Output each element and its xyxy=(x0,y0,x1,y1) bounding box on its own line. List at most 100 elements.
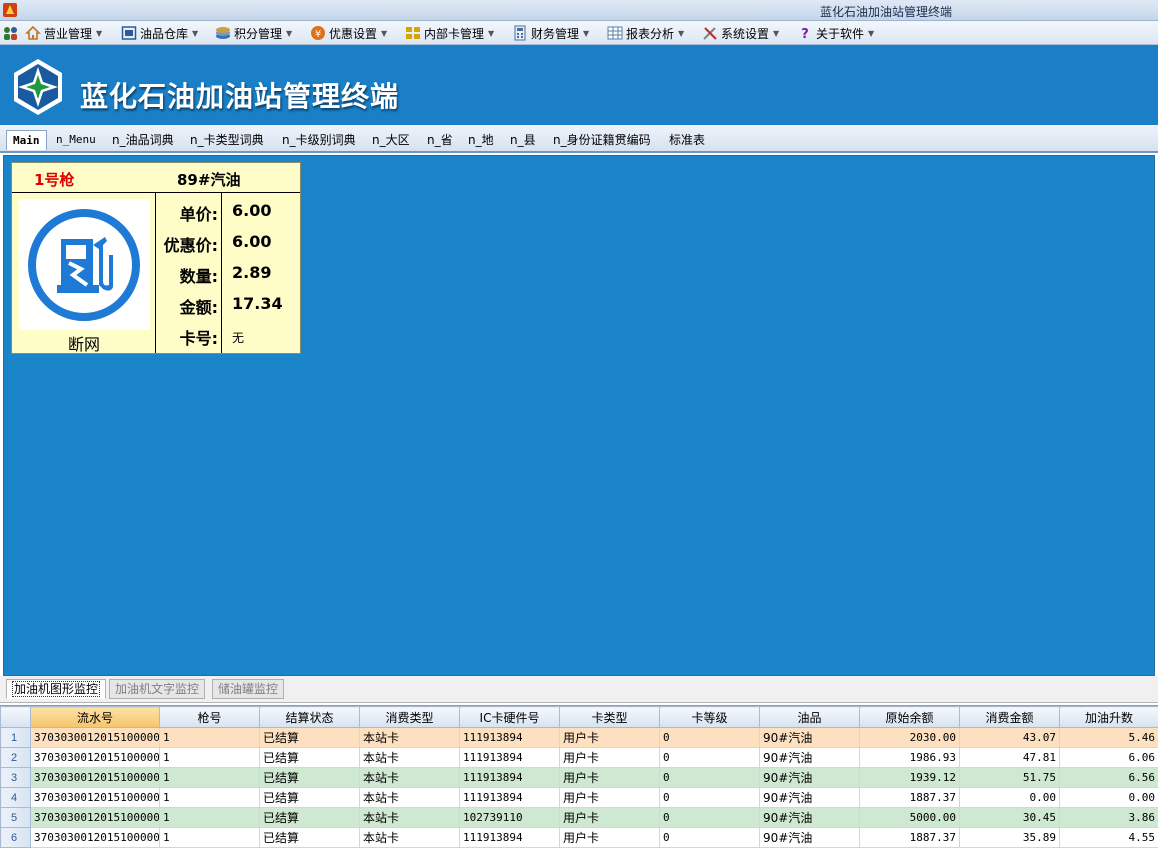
row-number[interactable]: 2 xyxy=(1,748,31,768)
tab-pump-text-monitor[interactable]: 加油机文字监控 xyxy=(109,679,205,699)
column-header[interactable]: 油品 xyxy=(760,707,860,728)
column-header[interactable]: 消费类型 xyxy=(360,707,460,728)
tab-n-menu[interactable]: n_Menu xyxy=(56,130,96,150)
menu-finance[interactable]: 财务管理▼ xyxy=(512,24,589,42)
table-row[interactable]: 1370303001201510000001已结算本站卡111913894用户卡… xyxy=(1,728,1158,748)
table-cell[interactable]: 本站卡 xyxy=(360,788,460,808)
row-number[interactable]: 3 xyxy=(1,768,31,788)
tab-county[interactable]: n_县 xyxy=(510,130,536,150)
table-cell[interactable]: 90#汽油 xyxy=(760,788,860,808)
table-cell[interactable]: 5.46 xyxy=(1060,728,1158,748)
table-cell[interactable]: 90#汽油 xyxy=(760,828,860,848)
table-cell[interactable]: 1986.93 xyxy=(860,748,960,768)
menu-about[interactable]: ? 关于软件▼ xyxy=(797,24,874,42)
column-header[interactable]: 消费金额 xyxy=(960,707,1060,728)
column-header[interactable]: 结算状态 xyxy=(260,707,360,728)
table-cell[interactable]: 0 xyxy=(660,788,760,808)
menu-discount[interactable]: ¥ 优惠设置▼ xyxy=(310,24,387,42)
table-row[interactable]: 4370303001201510000001已结算本站卡111913894用户卡… xyxy=(1,788,1158,808)
table-cell[interactable]: 本站卡 xyxy=(360,768,460,788)
table-cell[interactable]: 37030300120151000000 xyxy=(31,728,160,748)
column-header[interactable]: 卡类型 xyxy=(560,707,660,728)
table-cell[interactable]: 37030300120151000000 xyxy=(31,828,160,848)
table-cell[interactable]: 已结算 xyxy=(260,748,360,768)
table-cell[interactable]: 111913894 xyxy=(460,828,560,848)
table-cell[interactable]: 37030300120151000000 xyxy=(31,808,160,828)
table-cell[interactable]: 4.55 xyxy=(1060,828,1158,848)
table-cell[interactable]: 37030300120151000000 xyxy=(31,748,160,768)
tab-fuel-dictionary[interactable]: n_油品词典 xyxy=(112,130,174,150)
tab-region[interactable]: n_大区 xyxy=(372,130,410,150)
table-cell[interactable]: 0.00 xyxy=(960,788,1060,808)
table-cell[interactable]: 90#汽油 xyxy=(760,728,860,748)
table-cell[interactable]: 43.07 xyxy=(960,728,1060,748)
table-cell[interactable]: 90#汽油 xyxy=(760,768,860,788)
table-cell[interactable]: 102739110 xyxy=(460,808,560,828)
table-cell[interactable]: 6.56 xyxy=(1060,768,1158,788)
table-cell[interactable]: 1 xyxy=(160,808,260,828)
table-cell[interactable]: 1 xyxy=(160,748,260,768)
table-cell[interactable]: 0 xyxy=(660,808,760,828)
menu-business[interactable]: 营业管理▼ xyxy=(25,24,102,42)
table-cell[interactable]: 1 xyxy=(160,788,260,808)
menu-system[interactable]: 系统设置▼ xyxy=(702,24,779,42)
table-cell[interactable]: 已结算 xyxy=(260,728,360,748)
table-cell[interactable]: 35.89 xyxy=(960,828,1060,848)
row-number[interactable]: 5 xyxy=(1,808,31,828)
tab-tank-monitor[interactable]: 储油罐监控 xyxy=(212,679,284,699)
table-cell[interactable]: 已结算 xyxy=(260,828,360,848)
table-cell[interactable]: 本站卡 xyxy=(360,828,460,848)
table-cell[interactable]: 1 xyxy=(160,728,260,748)
table-cell[interactable]: 37030300120151000000 xyxy=(31,788,160,808)
table-cell[interactable]: 已结算 xyxy=(260,768,360,788)
table-cell[interactable]: 111913894 xyxy=(460,748,560,768)
row-number[interactable]: 4 xyxy=(1,788,31,808)
table-cell[interactable]: 111913894 xyxy=(460,768,560,788)
table-cell[interactable]: 111913894 xyxy=(460,788,560,808)
grid-corner[interactable] xyxy=(1,707,31,728)
table-cell[interactable]: 30.45 xyxy=(960,808,1060,828)
table-cell[interactable]: 本站卡 xyxy=(360,728,460,748)
table-cell[interactable]: 1 xyxy=(160,828,260,848)
column-header[interactable]: 原始余额 xyxy=(860,707,960,728)
table-cell[interactable]: 90#汽油 xyxy=(760,748,860,768)
tab-main[interactable]: Main xyxy=(6,130,47,150)
table-cell[interactable]: 2030.00 xyxy=(860,728,960,748)
row-number[interactable]: 1 xyxy=(1,728,31,748)
table-cell[interactable]: 用户卡 xyxy=(560,728,660,748)
table-cell[interactable]: 本站卡 xyxy=(360,748,460,768)
column-header[interactable]: 加油升数 xyxy=(1060,707,1158,728)
tab-standard-table[interactable]: 标准表 xyxy=(669,130,705,150)
table-cell[interactable]: 用户卡 xyxy=(560,828,660,848)
table-cell[interactable]: 1887.37 xyxy=(860,828,960,848)
table-cell[interactable]: 47.81 xyxy=(960,748,1060,768)
table-row[interactable]: 3370303001201510000001已结算本站卡111913894用户卡… xyxy=(1,768,1158,788)
pump-card[interactable]: 1号枪 89#汽油 断网 单价: 6.00 优惠价: 6.00 数量: 2.89 xyxy=(11,162,301,354)
table-cell[interactable]: 用户卡 xyxy=(560,788,660,808)
tab-prefecture[interactable]: n_地 xyxy=(468,130,494,150)
table-cell[interactable]: 0 xyxy=(660,728,760,748)
tab-card-type-dictionary[interactable]: n_卡类型词典 xyxy=(190,130,264,150)
table-cell[interactable]: 用户卡 xyxy=(560,768,660,788)
table-cell[interactable]: 用户卡 xyxy=(560,748,660,768)
menu-report[interactable]: 报表分析▼ xyxy=(607,24,684,42)
table-cell[interactable]: 0 xyxy=(660,768,760,788)
table-cell[interactable]: 37030300120151000000 xyxy=(31,768,160,788)
row-number[interactable]: 6 xyxy=(1,828,31,848)
table-cell[interactable]: 用户卡 xyxy=(560,808,660,828)
column-header[interactable]: 卡等级 xyxy=(660,707,760,728)
table-cell[interactable]: 5000.00 xyxy=(860,808,960,828)
menu-internal-card[interactable]: 内部卡管理▼ xyxy=(405,24,494,42)
table-cell[interactable]: 已结算 xyxy=(260,788,360,808)
table-cell[interactable]: 1887.37 xyxy=(860,788,960,808)
table-cell[interactable]: 0.00 xyxy=(1060,788,1158,808)
menu-warehouse[interactable]: 油品仓库▼ xyxy=(121,24,198,42)
column-header[interactable]: IC卡硬件号 xyxy=(460,707,560,728)
table-cell[interactable]: 0 xyxy=(660,828,760,848)
tab-province[interactable]: n_省 xyxy=(427,130,453,150)
tab-id-origin-code[interactable]: n_身份证籍贯编码 xyxy=(553,130,651,150)
table-row[interactable]: 5370303001201510000001已结算本站卡102739110用户卡… xyxy=(1,808,1158,828)
table-cell[interactable]: 1939.12 xyxy=(860,768,960,788)
table-cell[interactable]: 90#汽油 xyxy=(760,808,860,828)
table-cell[interactable]: 111913894 xyxy=(460,728,560,748)
